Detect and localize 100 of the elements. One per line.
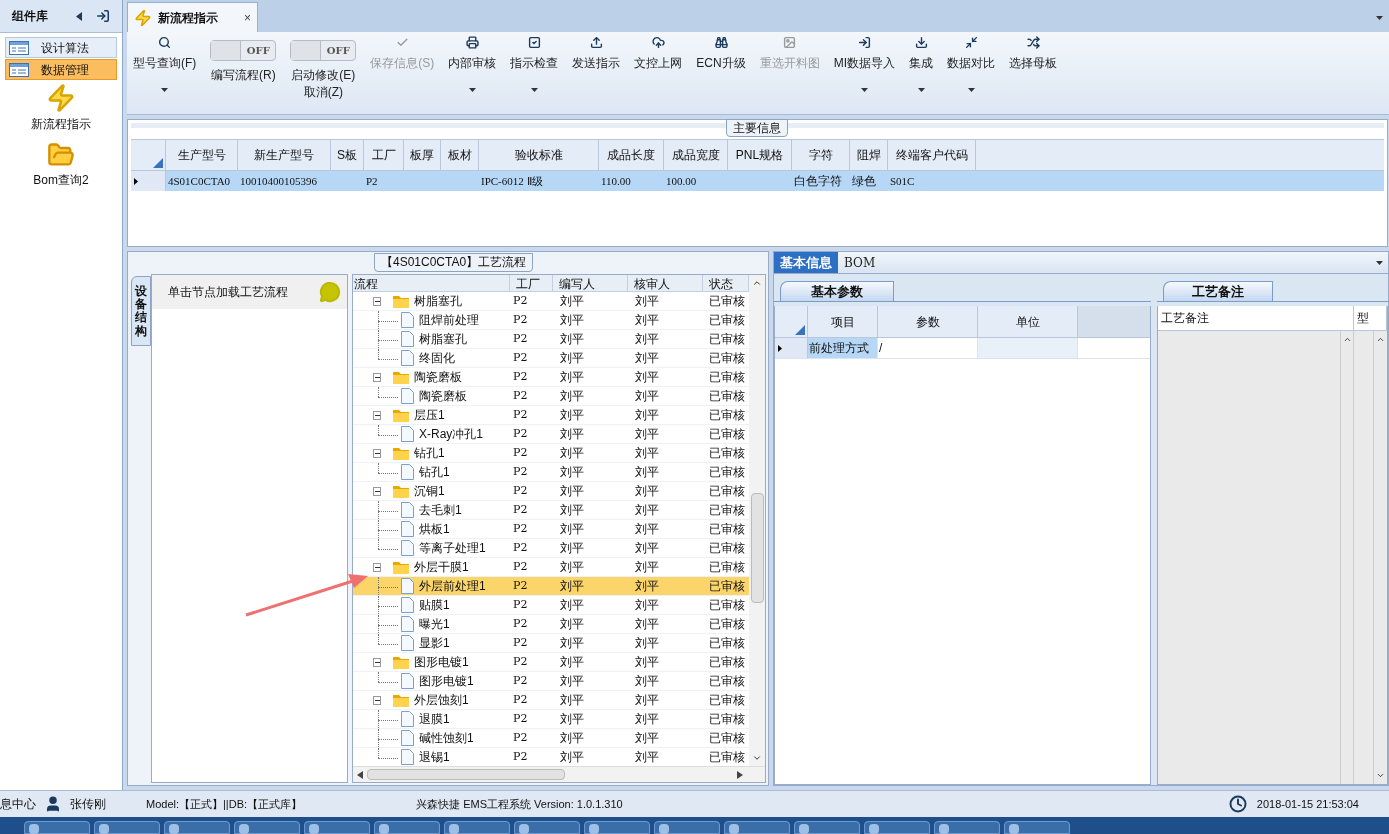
tree-row[interactable]: 沉铜1 P2 刘平 刘平 已审核 [353, 482, 749, 501]
column-header[interactable]: 工艺备注 [1158, 306, 1354, 330]
tree-row[interactable]: 终固化 P2 刘平 刘平 已审核 [353, 349, 749, 368]
column-header[interactable]: 验收标准 [479, 140, 599, 170]
tree-row[interactable]: 图形电镀1 P2 刘平 刘平 已审核 [353, 672, 749, 691]
tree-row[interactable]: 曝光1 P2 刘平 刘平 已审核 [353, 615, 749, 634]
collapse-toggle-icon[interactable] [373, 296, 381, 306]
column-header[interactable]: S板 [331, 140, 364, 170]
taskbar-button[interactable] [514, 821, 580, 834]
toolbar-button[interactable]: MI数据导入 [833, 34, 895, 102]
table-cell-text: 已审核 [707, 730, 746, 747]
column-header[interactable]: 板厚 [404, 140, 441, 170]
toolbar-button[interactable]: 集成 [909, 34, 933, 102]
column-header[interactable]: 新生产型号 [238, 140, 331, 170]
vertical-scrollbar[interactable] [749, 275, 765, 766]
column-header[interactable]: 项目 [808, 306, 878, 337]
sidebar-item[interactable]: Bom查询2 [33, 141, 89, 189]
taskbar-button[interactable] [864, 821, 930, 834]
toolbar-button[interactable]: 内部审核 [448, 34, 497, 102]
tree-row[interactable]: 等离子处理1 P2 刘平 刘平 已审核 [353, 539, 749, 558]
taskbar-button[interactable] [724, 821, 790, 834]
taskbar-button[interactable] [94, 821, 160, 834]
scrollbar-thumb[interactable] [751, 493, 764, 603]
column-header[interactable]: 参数 [878, 306, 978, 337]
close-button[interactable]: × [244, 8, 251, 27]
collapse-toggle-icon[interactable] [373, 372, 381, 382]
detail-tab[interactable]: BOM [838, 252, 882, 273]
column-header[interactable]: 流程 [353, 275, 510, 291]
tree-row[interactable]: 树脂塞孔 P2 刘平 刘平 已审核 [353, 292, 749, 311]
vertical-tab[interactable]: 设备结构 [131, 276, 151, 346]
tree-row[interactable]: 陶瓷磨板 P2 刘平 刘平 已审核 [353, 387, 749, 406]
column-header[interactable]: 核审人 [627, 275, 704, 291]
column-header[interactable]: 工厂 [364, 140, 404, 170]
column-header[interactable]: 终端客户代码 [888, 140, 976, 170]
horizontal-scrollbar[interactable] [353, 766, 765, 782]
toggle-switch[interactable]: OFF [210, 40, 277, 61]
toolbar-button[interactable]: 发送指示 [572, 34, 621, 102]
tree-row[interactable]: 烘板1 P2 刘平 刘平 已审核 [353, 520, 749, 539]
tree-row[interactable]: 外层蚀刻1 P2 刘平 刘平 已审核 [353, 691, 749, 710]
toolbar-button[interactable]: 数据对比 [947, 34, 995, 102]
tree-row[interactable]: 去毛刺1 P2 刘平 刘平 已审核 [353, 501, 749, 520]
tree-row[interactable]: 退膜1 P2 刘平 刘平 已审核 [353, 710, 749, 729]
tree-row[interactable]: 树脂塞孔 P2 刘平 刘平 已审核 [353, 330, 749, 349]
tree-row[interactable]: 贴膜1 P2 刘平 刘平 已审核 [353, 596, 749, 615]
column-header[interactable]: 成品宽度 [664, 140, 728, 170]
tree-row[interactable]: 碱性蚀刻1 P2 刘平 刘平 已审核 [353, 729, 749, 748]
taskbar-button[interactable] [1004, 821, 1070, 834]
tree-row[interactable]: 显影1 P2 刘平 刘平 已审核 [353, 634, 749, 653]
taskbar-button[interactable] [304, 821, 370, 834]
tree-row[interactable]: 钻孔1 P2 刘平 刘平 已审核 [353, 444, 749, 463]
taskbar-button[interactable] [374, 821, 440, 834]
toolbar-button[interactable]: 指示检查 [510, 34, 559, 102]
collapse-toggle-icon[interactable] [373, 657, 381, 667]
detail-tab[interactable]: 基本信息 [774, 252, 838, 273]
tree-row[interactable]: 图形电镀1 P2 刘平 刘平 已审核 [353, 653, 749, 672]
toggle-switch[interactable]: OFF [290, 40, 357, 61]
column-header[interactable]: 生产型号 [166, 140, 238, 170]
taskbar-button[interactable] [794, 821, 860, 834]
taskbar-button[interactable] [444, 821, 510, 834]
column-header[interactable]: 字符 [792, 140, 850, 170]
collapse-toggle-icon[interactable] [373, 562, 381, 572]
tree-row[interactable]: 外层前处理1 P2 刘平 刘平 已审核 [353, 577, 749, 596]
dock-button[interactable] [96, 9, 110, 23]
tree-row[interactable]: 钻孔1 P2 刘平 刘平 已审核 [353, 463, 749, 482]
column-header[interactable]: PNL规格 [728, 140, 792, 170]
table-row[interactable]: 前处理方式 / [775, 338, 1150, 359]
collapse-toggle-icon[interactable] [373, 410, 381, 420]
taskbar-button[interactable] [164, 821, 230, 834]
column-header[interactable]: 编写人 [553, 275, 628, 291]
tree-row[interactable]: 层压1 P2 刘平 刘平 已审核 [353, 406, 749, 425]
collapse-toggle-icon[interactable] [373, 448, 381, 458]
toolbar-button[interactable]: ECN升级 [696, 34, 746, 102]
taskbar-button[interactable] [24, 821, 90, 834]
column-header[interactable]: 工厂 [509, 275, 554, 291]
taskbar-button[interactable] [934, 821, 1000, 834]
collapse-toggle-icon[interactable] [373, 695, 381, 705]
vertical-scrollbar[interactable] [1340, 331, 1354, 784]
tree-row[interactable]: 阻焊前处理 P2 刘平 刘平 已审核 [353, 311, 749, 330]
toolbar-button[interactable]: 文控上网 [634, 34, 683, 102]
sidebar-item[interactable]: 新流程指示 [31, 83, 91, 133]
tree-row[interactable]: 陶瓷磨板 P2 刘平 刘平 已审核 [353, 368, 749, 387]
toolbar-button[interactable]: 选择母板 [1009, 34, 1057, 102]
table-row[interactable]: 4S01C0CTA0 10010400105396 P2 IPC-6012 Ⅱ级 110.00 100.00 白色字符 绿色 S01C [131, 171, 1384, 191]
column-header[interactable]: 成品长度 [599, 140, 664, 170]
document-tab[interactable]: 新流程指示 × [127, 2, 258, 32]
toolbar-button[interactable]: 型号查询(F) [133, 34, 197, 102]
column-header[interactable]: 板材 [441, 140, 479, 170]
panel-tab[interactable]: 基本参数 [780, 281, 894, 301]
taskbar-button[interactable] [234, 821, 300, 834]
sidebar-group[interactable]: 设计算法 [5, 37, 117, 58]
taskbar-button[interactable] [584, 821, 650, 834]
collapse-left-button[interactable] [76, 11, 82, 21]
panel-tab[interactable]: 工艺备注 [1163, 281, 1273, 301]
taskbar-button[interactable] [654, 821, 720, 834]
tree-row[interactable]: X-Ray冲孔1 P2 刘平 刘平 已审核 [353, 425, 749, 444]
scrollbar-thumb[interactable] [367, 769, 565, 780]
column-header[interactable]: 型 [1354, 306, 1387, 330]
sidebar-group[interactable]: 数据管理 [5, 59, 117, 80]
collapse-toggle-icon[interactable] [373, 486, 381, 496]
column-header[interactable]: 阻焊 [850, 140, 888, 170]
